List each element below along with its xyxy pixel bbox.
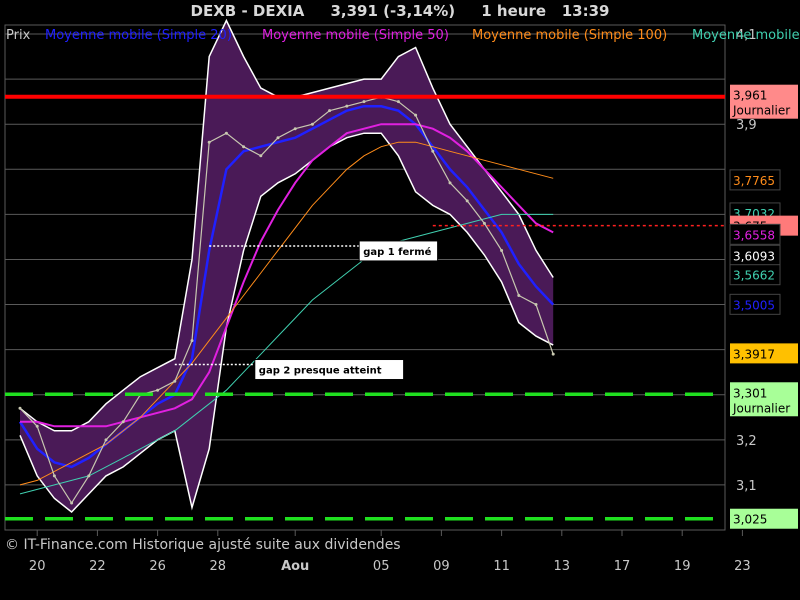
- price-point: [156, 388, 160, 392]
- price-point: [328, 109, 332, 113]
- bollinger-bands: [19, 18, 554, 514]
- x-tick-label: 23: [734, 559, 751, 574]
- x-tick-label: 20: [29, 559, 46, 574]
- price-flag-value: 3,025: [733, 513, 767, 527]
- price-flag-value: 3,3917: [733, 347, 775, 361]
- price-point: [534, 303, 538, 307]
- price-point: [104, 438, 108, 442]
- price-point: [70, 501, 74, 505]
- legend-item: Moyenne mobile (Simple 100): [472, 28, 667, 43]
- gap-label: gap 2 presque atteint: [259, 366, 382, 377]
- value-label: 3,7765: [733, 174, 775, 188]
- price-point: [35, 424, 39, 428]
- chart-legend: Prix Moyenne mobile (Simple 20) Moyenne mo…: [6, 28, 800, 43]
- price-point: [52, 474, 56, 478]
- value-label: 3,5005: [733, 298, 775, 312]
- price-point: [310, 122, 314, 126]
- price-point: [293, 127, 297, 131]
- price-point: [224, 131, 228, 135]
- price-point: [482, 221, 486, 225]
- price-point: [465, 199, 469, 203]
- y-tick-label: 3,1: [736, 479, 757, 494]
- price-point: [190, 339, 194, 343]
- price-point: [276, 136, 280, 140]
- price-flag-value: 3,301: [733, 386, 767, 400]
- price-point: [207, 140, 211, 144]
- price-point: [448, 181, 452, 185]
- y-tick-label: 3,2: [736, 434, 757, 449]
- x-tick-label: 05: [373, 559, 390, 574]
- legend-item: Moyenne mobile (Simple 20): [45, 28, 232, 43]
- copyright-text: © IT-Finance.com Historique ajusté suite…: [5, 537, 401, 553]
- x-tick-label: 11: [493, 559, 510, 574]
- price-point: [517, 294, 521, 298]
- price-flag-value: 3,961: [733, 89, 767, 103]
- price-point: [500, 248, 504, 252]
- price-point: [87, 474, 91, 478]
- price-point: [431, 149, 435, 153]
- legend-item: Moyenne mobile (Simple 200): [692, 28, 800, 43]
- price-point: [414, 113, 418, 117]
- value-label: 3,6558: [733, 228, 775, 242]
- x-tick-label: 26: [149, 559, 166, 574]
- price-flag-period: Journalier: [732, 104, 790, 118]
- value-label: 3,6093: [733, 249, 775, 263]
- gap-label: gap 1 fermé: [363, 246, 431, 258]
- x-tick-label: 28: [210, 559, 227, 574]
- bollinger-band-fill: [20, 20, 554, 512]
- price-point: [551, 352, 555, 356]
- x-tick-label: 17: [614, 559, 631, 574]
- price-point: [242, 145, 246, 149]
- price-point: [259, 154, 263, 158]
- x-tick-label: 09: [433, 559, 450, 574]
- price-point: [362, 100, 366, 104]
- x-tick-label: 19: [674, 559, 691, 574]
- value-label: 3,5662: [733, 269, 775, 283]
- legend-item: Prix: [6, 28, 31, 43]
- price-flag-period: Journalier: [732, 401, 790, 415]
- price-point: [173, 379, 177, 383]
- price-flags: 3,77653,70323,6753,65583,60933,56623,500…: [729, 84, 798, 529]
- legend-item: Moyenne mobile (Simple 50): [262, 28, 449, 43]
- price-point: [396, 100, 400, 104]
- x-tick-label: 22: [89, 559, 106, 574]
- price-point: [18, 406, 22, 410]
- x-tick-label: Aou: [281, 559, 309, 574]
- price-chart[interactable]: gap 1 fermégap 2 presque atteint 4,13,93…: [0, 0, 800, 600]
- x-tick-label: 13: [554, 559, 571, 574]
- y-tick-label: 3,9: [736, 118, 757, 133]
- price-point: [121, 420, 125, 424]
- price-point: [345, 104, 349, 108]
